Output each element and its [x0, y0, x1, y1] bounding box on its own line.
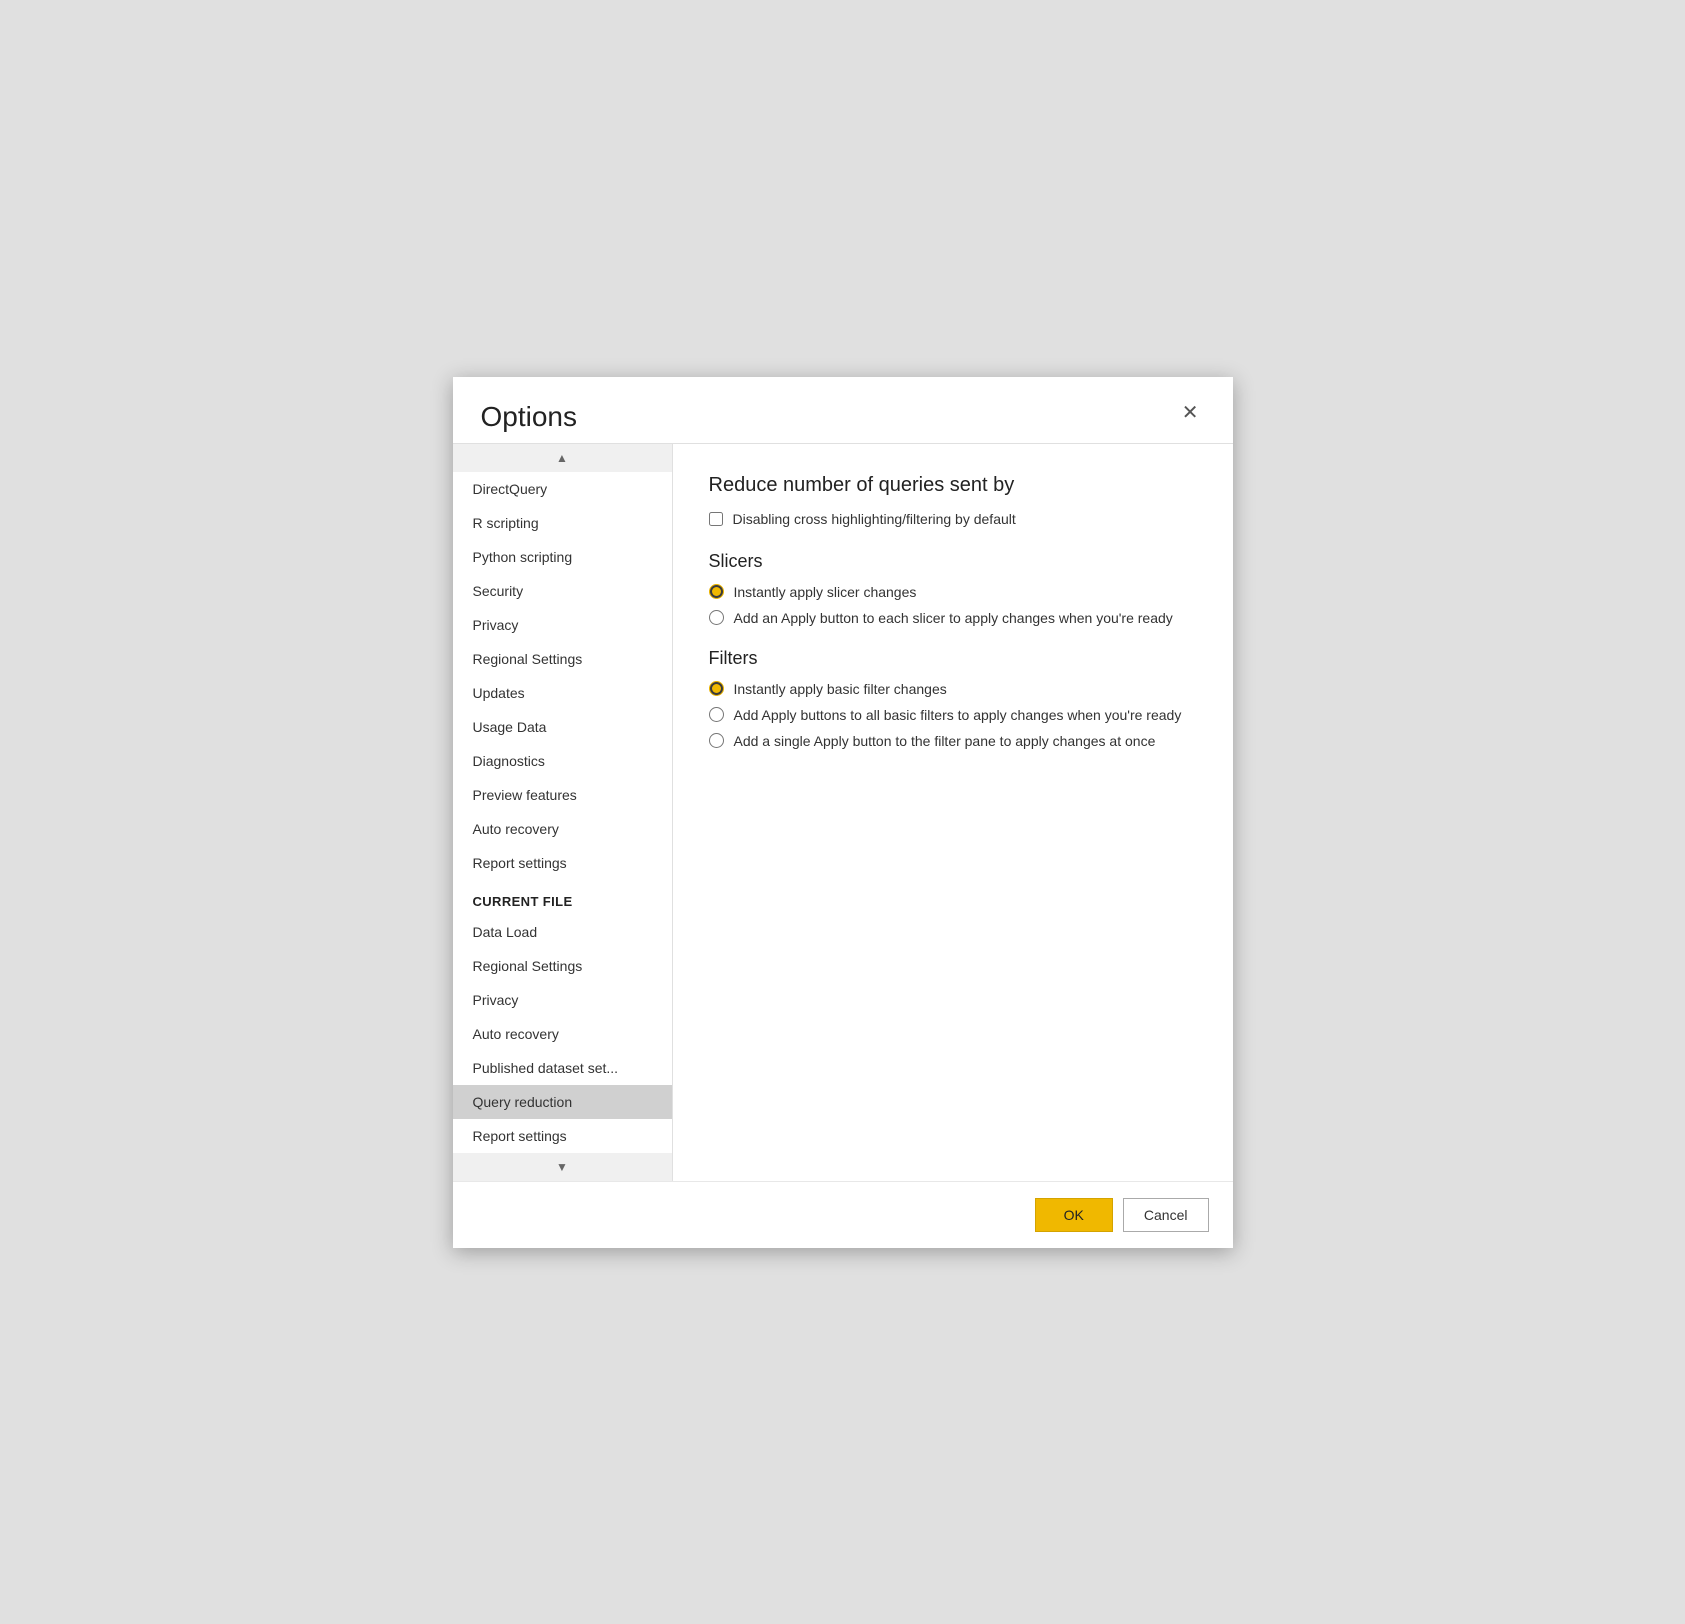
cross-highlight-label[interactable]: Disabling cross highlighting/filtering b…	[733, 511, 1016, 527]
slicer-apply-button-radio[interactable]	[709, 610, 724, 625]
slicers-heading: Slicers	[709, 551, 1197, 572]
close-button[interactable]: ✕	[1176, 401, 1205, 425]
dialog-body: ▲ DirectQuery R scripting Python scripti…	[453, 443, 1233, 1181]
sidebar-item-report-settings[interactable]: Report settings	[453, 846, 672, 880]
chevron-down-icon: ▼	[556, 1160, 568, 1174]
slicer-instant-label[interactable]: Instantly apply slicer changes	[734, 584, 917, 600]
ok-button[interactable]: OK	[1035, 1198, 1113, 1232]
sidebar-item-query-reduction[interactable]: Query reduction	[453, 1085, 672, 1119]
scroll-down-button[interactable]: ▼	[453, 1153, 672, 1181]
dialog-title: Options	[481, 401, 578, 433]
sidebar-item-data-load[interactable]: Data Load	[453, 915, 672, 949]
sidebar-item-privacy-cf[interactable]: Privacy	[453, 983, 672, 1017]
sidebar-item-updates[interactable]: Updates	[453, 676, 672, 710]
cross-highlight-row: Disabling cross highlighting/filtering b…	[709, 511, 1197, 527]
main-content: Reduce number of queries sent by Disabli…	[673, 444, 1233, 1181]
sidebar-item-diagnostics[interactable]: Diagnostics	[453, 744, 672, 778]
filters-radio-group: Instantly apply basic filter changes Add…	[709, 681, 1197, 749]
chevron-up-icon: ▲	[556, 451, 568, 465]
scroll-up-button[interactable]: ▲	[453, 444, 672, 472]
sidebar-item-regional-settings-cf[interactable]: Regional Settings	[453, 949, 672, 983]
sidebar: ▲ DirectQuery R scripting Python scripti…	[453, 444, 673, 1181]
sidebar-item-usage-data[interactable]: Usage Data	[453, 710, 672, 744]
filter-single-button-label[interactable]: Add a single Apply button to the filter …	[734, 733, 1156, 749]
sidebar-item-regional-settings[interactable]: Regional Settings	[453, 642, 672, 676]
sidebar-item-preview-features[interactable]: Preview features	[453, 778, 672, 812]
filter-add-buttons-row: Add Apply buttons to all basic filters t…	[709, 707, 1197, 723]
filter-single-button-radio[interactable]	[709, 733, 724, 748]
sidebar-item-published-dataset[interactable]: Published dataset set...	[453, 1051, 672, 1085]
sidebar-item-privacy[interactable]: Privacy	[453, 608, 672, 642]
cancel-button[interactable]: Cancel	[1123, 1198, 1209, 1232]
dialog-header: Options ✕	[453, 377, 1233, 443]
filter-add-buttons-label[interactable]: Add Apply buttons to all basic filters t…	[734, 707, 1182, 723]
sidebar-scroll-area[interactable]: DirectQuery R scripting Python scripting…	[453, 472, 672, 1153]
sidebar-item-python-scripting[interactable]: Python scripting	[453, 540, 672, 574]
options-dialog: Options ✕ ▲ DirectQuery R scripting Pyth…	[453, 377, 1233, 1248]
filter-add-buttons-radio[interactable]	[709, 707, 724, 722]
sidebar-item-directquery[interactable]: DirectQuery	[453, 472, 672, 506]
filters-heading: Filters	[709, 648, 1197, 669]
slicer-apply-button-row: Add an Apply button to each slicer to ap…	[709, 610, 1197, 626]
cross-highlight-checkbox[interactable]	[709, 512, 723, 526]
filter-instant-radio[interactable]	[709, 681, 724, 696]
sidebar-item-security[interactable]: Security	[453, 574, 672, 608]
filter-instant-label[interactable]: Instantly apply basic filter changes	[734, 681, 947, 697]
slicer-apply-button-label[interactable]: Add an Apply button to each slicer to ap…	[734, 610, 1173, 626]
sidebar-item-auto-recovery[interactable]: Auto recovery	[453, 812, 672, 846]
content-main-title: Reduce number of queries sent by	[709, 474, 1197, 497]
slicers-radio-group: Instantly apply slicer changes Add an Ap…	[709, 584, 1197, 626]
dialog-footer: OK Cancel	[453, 1181, 1233, 1248]
slicer-instant-row: Instantly apply slicer changes	[709, 584, 1197, 600]
sidebar-item-r-scripting[interactable]: R scripting	[453, 506, 672, 540]
filter-single-button-row: Add a single Apply button to the filter …	[709, 733, 1197, 749]
current-file-section-header: CURRENT FILE	[453, 880, 672, 915]
filter-instant-row: Instantly apply basic filter changes	[709, 681, 1197, 697]
sidebar-item-report-settings-cf[interactable]: Report settings	[453, 1119, 672, 1153]
slicer-instant-radio[interactable]	[709, 584, 724, 599]
sidebar-item-auto-recovery-cf[interactable]: Auto recovery	[453, 1017, 672, 1051]
